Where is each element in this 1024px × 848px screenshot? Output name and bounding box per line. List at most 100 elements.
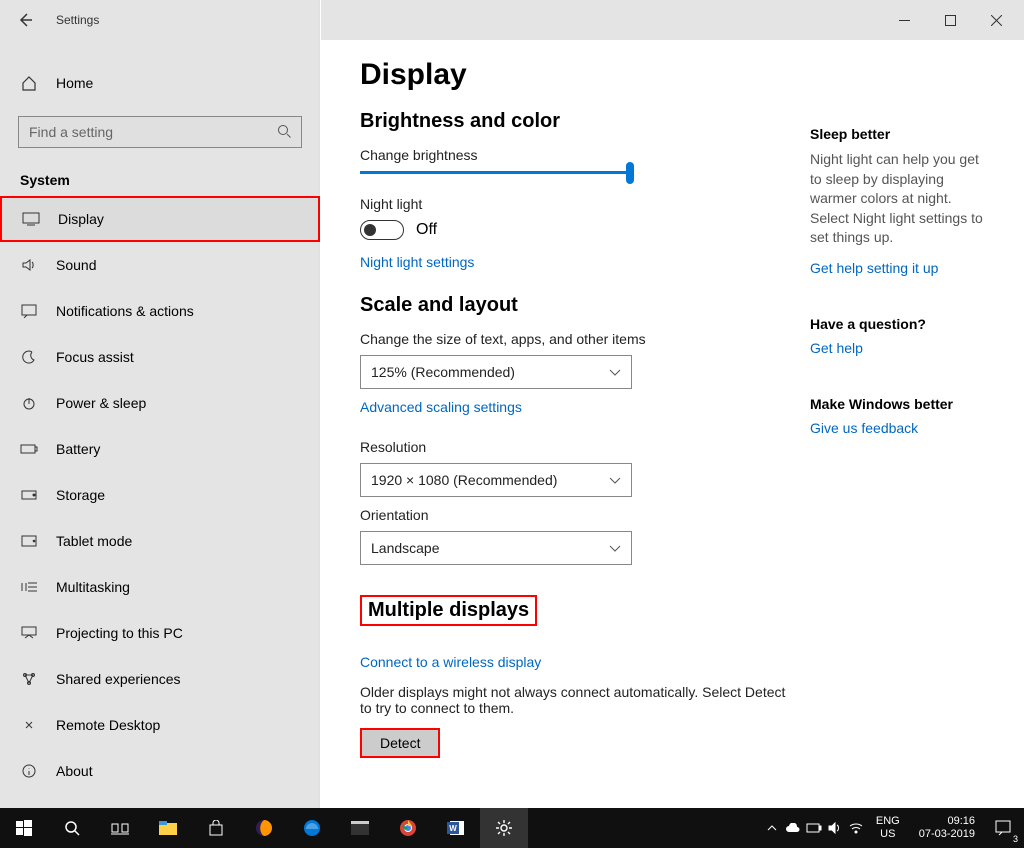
shared-icon [20, 672, 38, 686]
slider-thumb[interactable] [626, 162, 634, 184]
firefox-icon[interactable] [240, 808, 288, 848]
chevron-down-icon [609, 472, 621, 488]
chrome-icon[interactable] [384, 808, 432, 848]
nav-storage[interactable]: Storage [0, 472, 320, 518]
scale-select[interactable]: 125% (Recommended) [360, 355, 632, 389]
nav-display[interactable]: Display [0, 196, 320, 242]
brightness-label: Change brightness [360, 147, 790, 163]
nav-about[interactable]: About [0, 748, 320, 794]
nav-label: Multitasking [56, 579, 130, 595]
multitasking-icon [20, 581, 38, 593]
nav-notifications[interactable]: Notifications & actions [0, 288, 320, 334]
side-sleep-link[interactable]: Get help setting it up [810, 260, 984, 276]
word-icon[interactable]: W [432, 808, 480, 848]
page-title: Display [360, 58, 790, 92]
remote-icon [20, 718, 38, 732]
nav-label: Home [56, 75, 93, 91]
nav-label: Display [58, 211, 104, 227]
side-sleep-text: Night light can help you get to sleep by… [810, 150, 984, 248]
nav-multitasking[interactable]: Multitasking [0, 564, 320, 610]
wifi-tray-icon[interactable] [847, 808, 865, 848]
clock[interactable]: 09:16 07-03-2019 [911, 815, 983, 841]
brightness-slider[interactable] [360, 171, 632, 174]
power-icon [20, 396, 38, 410]
start-button[interactable] [0, 808, 48, 848]
about-icon [20, 764, 38, 778]
nav-label: Sound [56, 257, 96, 273]
nav-label: Notifications & actions [56, 303, 194, 319]
svg-text:W: W [449, 824, 457, 833]
store-icon[interactable] [192, 808, 240, 848]
nav-shared-experiences[interactable]: Shared experiences [0, 656, 320, 702]
nightlight-state: Off [416, 221, 437, 239]
search-input[interactable]: Find a setting [18, 116, 302, 148]
sidebar-section: System [0, 168, 320, 196]
nav-projecting[interactable]: Projecting to this PC [0, 610, 320, 656]
section-multiple-displays: Multiple displays [360, 595, 537, 626]
time: 09:16 [919, 815, 975, 828]
nav-label: Storage [56, 487, 105, 503]
sound-icon [20, 257, 38, 273]
tablet-icon [20, 535, 38, 547]
nav-label: Tablet mode [56, 533, 132, 549]
advanced-scaling-link[interactable]: Advanced scaling settings [360, 399, 790, 415]
taskview-button[interactable] [96, 808, 144, 848]
nav-sound[interactable]: Sound [0, 242, 320, 288]
nav-battery[interactable]: Battery [0, 426, 320, 472]
notif-count: 3 [1013, 834, 1018, 844]
nightlight-settings-link[interactable]: Night light settings [360, 254, 790, 270]
home-icon [20, 75, 38, 91]
search-button[interactable] [48, 808, 96, 848]
action-center-icon[interactable]: 3 [986, 808, 1020, 848]
nav-focus-assist[interactable]: Focus assist [0, 334, 320, 380]
back-button[interactable] [14, 9, 36, 31]
cmd-icon[interactable] [336, 808, 384, 848]
side-feedback-title: Make Windows better [810, 396, 984, 412]
edge-icon[interactable] [288, 808, 336, 848]
resolution-select[interactable]: 1920 × 1080 (Recommended) [360, 463, 632, 497]
search-placeholder: Find a setting [29, 124, 113, 140]
display-icon [22, 212, 40, 226]
lang-1: ENG [876, 815, 900, 828]
side-feedback-link[interactable]: Give us feedback [810, 420, 984, 436]
side-question-title: Have a question? [810, 316, 984, 332]
projecting-icon [20, 626, 38, 640]
settings-icon[interactable] [480, 808, 528, 848]
orientation-value: Landscape [371, 540, 440, 556]
storage-icon [20, 490, 38, 500]
battery-tray-icon[interactable] [805, 808, 823, 848]
nav-tablet-mode[interactable]: Tablet mode [0, 518, 320, 564]
nav-power-sleep[interactable]: Power & sleep [0, 380, 320, 426]
minimize-button[interactable] [881, 5, 927, 35]
window-title: Settings [56, 13, 99, 27]
language-indicator[interactable]: ENG US [868, 815, 908, 841]
nav-label: Battery [56, 441, 100, 457]
explorer-icon[interactable] [144, 808, 192, 848]
maximize-button[interactable] [927, 5, 973, 35]
chevron-down-icon [609, 364, 621, 380]
section-scale: Scale and layout [360, 294, 790, 317]
nav-home[interactable]: Home [0, 60, 320, 106]
orientation-select[interactable]: Landscape [360, 531, 632, 565]
nav-label: Focus assist [56, 349, 134, 365]
orientation-label: Orientation [360, 507, 790, 523]
nightlight-label: Night light [360, 196, 790, 212]
nav-label: Remote Desktop [56, 717, 160, 733]
detect-button[interactable]: Detect [360, 728, 440, 758]
side-gethelp-link[interactable]: Get help [810, 340, 984, 356]
volume-tray-icon[interactable] [826, 808, 844, 848]
scale-value: 125% (Recommended) [371, 364, 515, 380]
lang-2: US [876, 828, 900, 841]
tray-chevron-icon[interactable] [763, 808, 781, 848]
nav-remote-desktop[interactable]: Remote Desktop [0, 702, 320, 748]
chevron-down-icon [609, 540, 621, 556]
nightlight-toggle[interactable] [360, 220, 404, 240]
battery-icon [20, 444, 38, 454]
onedrive-icon[interactable] [784, 808, 802, 848]
date: 07-03-2019 [919, 828, 975, 841]
wireless-display-link[interactable]: Connect to a wireless display [360, 654, 790, 670]
detect-text: Older displays might not always connect … [360, 684, 790, 716]
search-icon [277, 124, 291, 141]
nav-label: Shared experiences [56, 671, 181, 687]
close-button[interactable] [973, 5, 1019, 35]
